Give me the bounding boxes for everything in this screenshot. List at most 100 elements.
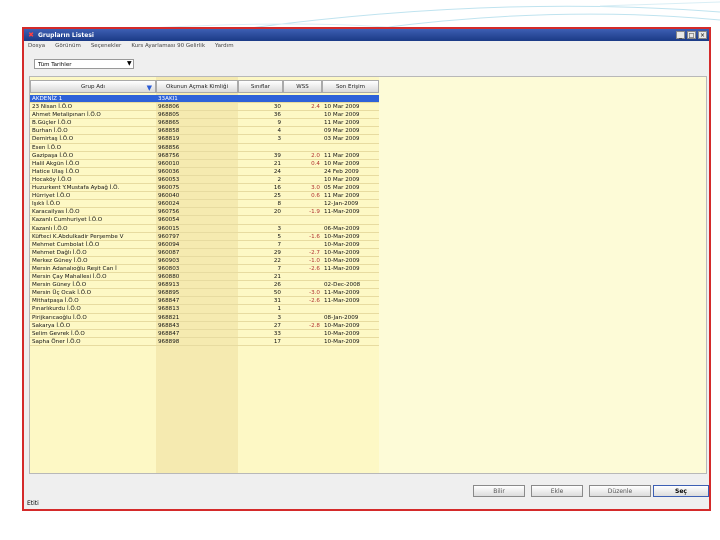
cell-group-name: Burhan İ.Ö.O bbox=[32, 128, 68, 135]
table-row[interactable]: Mehmet Cumbolat İ.Ö.O 960094 7 10-Mar-2009 bbox=[30, 241, 379, 249]
table-row[interactable]: Esen İ.Ö.O 968856 bbox=[30, 144, 379, 152]
cell-id: 960010 bbox=[158, 160, 180, 167]
menu-course-settings[interactable]: Kurs Ayarlaması 90 Gelirlik bbox=[131, 43, 205, 49]
cell-classes: 39 bbox=[273, 152, 281, 159]
cell-last-access: 10-Mar-2009 bbox=[324, 338, 360, 345]
cell-classes: 25 bbox=[273, 193, 281, 200]
cell-classes: 1 bbox=[277, 306, 281, 313]
table-row[interactable]: Mehmet Dağlı İ.Ö.O 960087 29 -2.7 10-Mar-200… bbox=[30, 249, 379, 257]
cell-group-name: Kazanlı İ.Ö.O bbox=[32, 225, 68, 232]
table-row[interactable]: Huzurkent Y.Mustafa Aybağ İ.Ö. 960075 16 3.… bbox=[30, 184, 379, 193]
cell-classes: 3 bbox=[277, 314, 281, 321]
table-row[interactable]: Mersin Çay Mahallesi İ.Ö.O 960880 21 bbox=[30, 273, 379, 282]
menu-view[interactable]: Görünüm bbox=[55, 43, 81, 49]
cell-classes: 5 bbox=[277, 233, 281, 240]
table-row[interactable]: Pirijkarıcaoğlu İ.Ö.O 968821 3 08-Jan-2009 bbox=[30, 314, 379, 322]
table-row[interactable]: Sapha Öner İ.Ö.O 968898 17 10-Mar-2009 bbox=[30, 338, 379, 346]
cell-classes: 8 bbox=[277, 201, 281, 208]
table-row[interactable]: Burhan İ.Ö.O 968858 4 09 Mar 2009 bbox=[30, 127, 379, 136]
cell-id: 968805 bbox=[158, 112, 180, 119]
cell-group-name: Pınarlıkurdu İ.Ö.O bbox=[32, 306, 81, 313]
sort-desc-icon[interactable]: ▼ bbox=[147, 82, 152, 94]
cell-id: 960797 bbox=[158, 233, 180, 240]
table-row[interactable]: Pınarlıkurdu İ.Ö.O 968813 1 bbox=[30, 305, 379, 314]
table-row[interactable]: Karacailyas İ.Ö.O 960756 20 -1.9 11-Mar-2009 bbox=[30, 208, 379, 217]
cell-id: 968865 bbox=[158, 120, 180, 127]
table-row[interactable]: B.Güçler İ.Ö.O 968865 9 11 Mar 2009 bbox=[30, 119, 379, 128]
cell-id: 968819 bbox=[158, 136, 180, 143]
cell-id: 960087 bbox=[158, 249, 180, 256]
cell-id: 960024 bbox=[158, 201, 180, 208]
cell-classes: 4 bbox=[277, 128, 281, 135]
maximize-button[interactable]: □ bbox=[687, 31, 696, 39]
cell-group-name: B.Güçler İ.Ö.O bbox=[32, 120, 72, 127]
table-row[interactable]: Mersin Güney İ.Ö.O 968913 26 02-Dec-2008 bbox=[30, 281, 379, 290]
info-button[interactable]: Bilir bbox=[473, 485, 525, 497]
cell-group-name: Pirijkarıcaoğlu İ.Ö.O bbox=[32, 314, 87, 321]
menu-options[interactable]: Seçenekler bbox=[91, 43, 122, 49]
menu-file[interactable]: Dosya bbox=[28, 43, 45, 49]
cell-group-name: Mehmet Cumbolat İ.Ö.O bbox=[32, 241, 100, 248]
cell-classes: 3 bbox=[277, 225, 281, 232]
cell-id: 960053 bbox=[158, 176, 180, 183]
table-row[interactable]: Demirtaş İ.Ö.O 968819 3 03 Mar 2009 bbox=[30, 135, 379, 144]
header-id[interactable]: Okunun Açmak Kimliği bbox=[156, 80, 238, 93]
table-row[interactable]: Merkez Güney İ.Ö.O 960903 22 -1.0 10-Mar-200… bbox=[30, 257, 379, 265]
cell-wss: -2.7 bbox=[309, 249, 320, 256]
select-button[interactable]: Seç bbox=[653, 485, 709, 497]
header-wss[interactable]: WSS bbox=[283, 80, 322, 93]
cell-classes: 33 bbox=[273, 330, 281, 337]
cell-last-access: 10-Mar-2009 bbox=[324, 322, 360, 329]
table-row[interactable]: Ahmet Metalipınarı İ.Ö.O 968805 36 10 Mar 2… bbox=[30, 111, 379, 120]
cell-wss: 2.4 bbox=[311, 104, 320, 111]
menu-help[interactable]: Yardım bbox=[215, 43, 234, 49]
table-row[interactable]: Işıklı İ.Ö.O 960024 8 12-Jan-2009 bbox=[30, 200, 379, 209]
chevron-down-icon[interactable]: ▼ bbox=[127, 59, 132, 69]
cell-id: 968856 bbox=[158, 144, 180, 151]
cell-wss bbox=[283, 127, 322, 134]
table-row[interactable]: Selim Gevrek İ.Ö.O 968847 33 10-Mar-2009 bbox=[30, 330, 379, 338]
cell-last-access: 08-Jan-2009 bbox=[324, 314, 359, 321]
edit-button[interactable]: Düzenle bbox=[589, 485, 651, 497]
cell-classes bbox=[238, 95, 283, 102]
table-row[interactable]: Hatice Ulaş İ.Ö.O 960036 24 24 Feb 2009 bbox=[30, 168, 379, 176]
app-window: ✖ Grupların Listesi _ □ × Dosya Görünüm … bbox=[22, 27, 711, 511]
table-row[interactable]: Mersin Üç Ocak İ.Ö.O 968895 50 -3.0 11-Mar-2… bbox=[30, 289, 379, 298]
date-filter-select[interactable]: Tüm Tarihler bbox=[34, 59, 134, 69]
cell-group-name: Mersin Üç Ocak İ.Ö.O bbox=[32, 290, 92, 297]
minimize-button[interactable]: _ bbox=[676, 31, 685, 39]
table-row[interactable]: 23 Nisan İ.Ö.O 968806 30 2.4 10 Mar 2009 bbox=[30, 103, 379, 112]
cell-classes: 21 bbox=[273, 160, 281, 167]
cell-last-access: 11 Mar 2009 bbox=[324, 152, 360, 159]
table-row[interactable]: AKDENİZ 1 33AKI1 bbox=[30, 95, 379, 104]
cell-group-name: Işıklı İ.Ö.O bbox=[32, 201, 61, 208]
add-button[interactable]: Ekle bbox=[531, 485, 583, 497]
table-row[interactable]: Halil Akgün İ.Ö.O 960010 21 0.4 10 Mar 2009 bbox=[30, 160, 379, 168]
cell-last-access: 10-Mar-2009 bbox=[324, 257, 360, 264]
cell-id: 968895 bbox=[158, 290, 180, 297]
table-row[interactable]: Kazanlı Cumhuriyet İ.Ö.O 960054 bbox=[30, 216, 379, 225]
table-row[interactable]: Kazanlı İ.Ö.O 960015 3 06-Mar-2009 bbox=[30, 225, 379, 233]
cell-last-access bbox=[322, 305, 379, 312]
cell-classes: 31 bbox=[273, 298, 281, 305]
table-row[interactable]: Sakarya İ.Ö.O 968843 27 -2.8 10-Mar-2009 bbox=[30, 322, 379, 330]
table-row[interactable]: Mithatpaşa İ.Ö.O 968847 31 -2.6 11-Mar-2009 bbox=[30, 297, 379, 306]
cell-last-access: 05 Mar 2009 bbox=[324, 185, 360, 192]
cell-last-access: 11-Mar-2009 bbox=[324, 290, 360, 297]
table-row[interactable]: Hocaköy İ.Ö.O 960053 2 10 Mar 2009 bbox=[30, 176, 379, 185]
cell-id: 968756 bbox=[158, 152, 180, 159]
close-button[interactable]: × bbox=[698, 31, 707, 39]
header-group-name[interactable]: Grup Adı ▼ bbox=[30, 80, 156, 93]
cell-last-access: 10-Mar-2009 bbox=[324, 233, 360, 240]
cell-wss: -2.6 bbox=[309, 265, 320, 272]
cell-group-name: Ahmet Metalipınarı İ.Ö.O bbox=[32, 112, 101, 119]
header-label: Grup Adı bbox=[81, 84, 105, 90]
table-row[interactable]: Küfteci K.Abdulkadir Perşembe V 960797 5 -1… bbox=[30, 233, 379, 241]
header-classes[interactable]: Sınıflar bbox=[238, 80, 283, 93]
cell-group-name: Selim Gevrek İ.Ö.O bbox=[32, 330, 85, 337]
table-row[interactable]: Hürriyet İ.Ö.O 960040 25 0.6 11 Mar 2009 bbox=[30, 192, 379, 201]
table-row[interactable]: Gazipaşa İ.Ö.O 968756 39 2.0 11 Mar 2009 bbox=[30, 152, 379, 160]
header-last-access[interactable]: Son Erişim bbox=[322, 80, 379, 93]
table-row[interactable]: Mersin Adanalıoğlu Reşit Can İ 960803 7 -2.… bbox=[30, 265, 379, 274]
cell-id: 968813 bbox=[158, 306, 180, 313]
